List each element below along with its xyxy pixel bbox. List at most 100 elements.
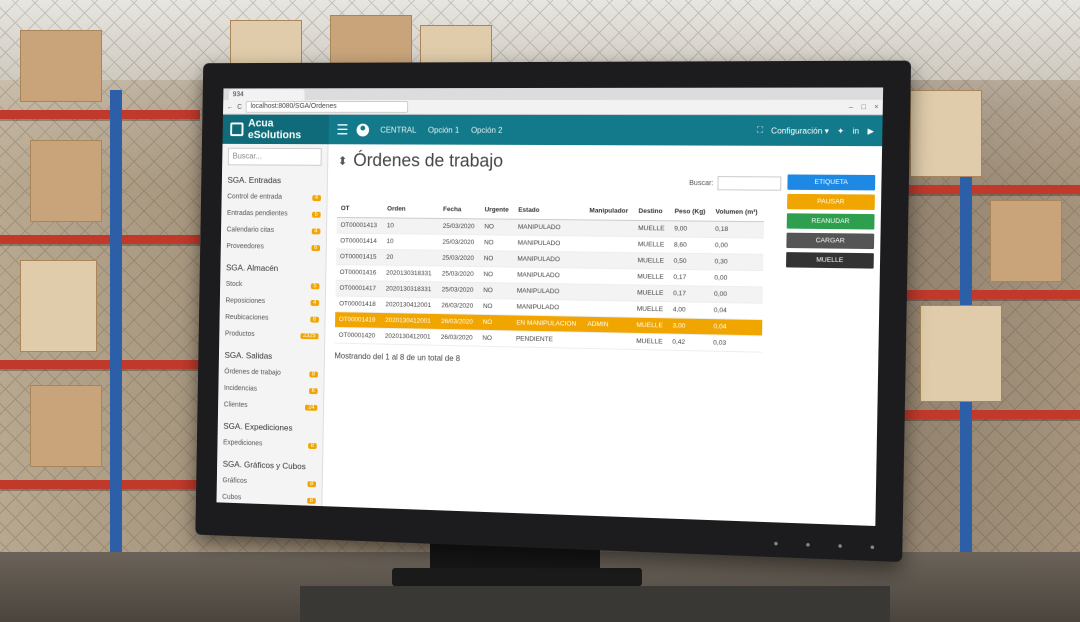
reanudar-button[interactable]: REANUDAR bbox=[786, 213, 875, 230]
brand-name: Acua eSolutions bbox=[247, 117, 302, 142]
maximize-icon[interactable]: □ bbox=[861, 103, 866, 110]
sidebar-item[interactable]: Clientes 24 bbox=[224, 397, 318, 416]
shelf-post bbox=[110, 90, 122, 570]
table-cell: MUELLE bbox=[632, 317, 669, 335]
table-cell bbox=[584, 252, 634, 269]
table-cell: 25/03/2020 bbox=[437, 281, 480, 299]
sidebar-item-label: Clientes bbox=[223, 401, 248, 409]
twitter-icon[interactable]: ✦ bbox=[837, 126, 844, 135]
sidebar-item[interactable]: Productos 2325 bbox=[225, 326, 319, 345]
monitor-button[interactable]: ● bbox=[837, 541, 842, 550]
screen: 934 ← C localhost:8080/SGA/Ordenes – □ ×… bbox=[216, 87, 884, 527]
sidebar-item-label: Productos bbox=[224, 330, 255, 338]
sidebar-item-label: Stock bbox=[225, 280, 243, 289]
pausar-button[interactable]: PAUSAR bbox=[787, 193, 875, 210]
table-search-input[interactable] bbox=[717, 176, 782, 191]
table-cell: 0,03 bbox=[708, 334, 763, 353]
cardboard-box bbox=[30, 140, 102, 222]
column-header[interactable]: Destino bbox=[634, 202, 671, 221]
table-cell: OT00001417 bbox=[335, 280, 383, 297]
linkedin-icon[interactable]: in bbox=[853, 126, 860, 135]
back-icon[interactable]: ← bbox=[227, 103, 234, 110]
count-badge: 8 bbox=[309, 316, 319, 323]
sidebar-item[interactable]: Stock 5 bbox=[226, 276, 320, 294]
count-badge: 4 bbox=[311, 194, 321, 201]
window-controls: – □ × bbox=[849, 103, 879, 110]
column-header[interactable]: OT bbox=[336, 200, 384, 218]
table-cell: 25/03/2020 bbox=[438, 234, 481, 251]
config-menu[interactable]: Configuración ▾ bbox=[771, 126, 829, 135]
browser-tab[interactable]: 934 bbox=[228, 89, 305, 101]
nav-opcion-1[interactable]: Opción 1 bbox=[428, 125, 459, 134]
user-icon[interactable] bbox=[356, 123, 369, 136]
table-cell: NO bbox=[478, 314, 513, 331]
sidebar-item[interactable]: Entradas pendientes 5 bbox=[227, 205, 321, 223]
count-badge: 6 bbox=[311, 244, 321, 251]
cargar-button[interactable]: CARGAR bbox=[786, 232, 875, 250]
sidebar-section-title: SGA. Gráficos y Cubos bbox=[222, 458, 306, 472]
table-cell bbox=[584, 235, 635, 253]
etiqueta-button[interactable]: ETIQUETA bbox=[787, 174, 876, 191]
menu-icon[interactable]: ☰ bbox=[336, 121, 348, 138]
table-cell bbox=[583, 284, 634, 302]
sidebar: Buscar... SGA. Entradas Control de entrad… bbox=[216, 143, 329, 509]
minimize-icon[interactable]: – bbox=[849, 103, 853, 110]
sidebar-item[interactable]: Calendario citas 4 bbox=[227, 222, 321, 240]
orders-table: OT Orden Fecha Urgente Estado Manipulador Dest… bbox=[334, 200, 765, 353]
sidebar-item[interactable]: Cubos 8 bbox=[222, 489, 316, 509]
tab-title: 934 bbox=[232, 91, 244, 99]
address-bar[interactable]: localhost:8080/SGA/Ordenes bbox=[245, 101, 409, 113]
column-header[interactable]: Peso (Kg) bbox=[670, 203, 712, 222]
count-badge: 8 bbox=[307, 442, 317, 449]
table-cell: MANIPULADO bbox=[513, 235, 585, 253]
column-header[interactable]: Fecha bbox=[438, 201, 481, 219]
table-cell: MANIPULADO bbox=[512, 298, 584, 317]
sidebar-search-input[interactable]: Buscar... bbox=[227, 147, 322, 166]
column-header[interactable]: Volumen (m³) bbox=[711, 203, 765, 222]
page-header: ⬍ Órdenes de trabajo bbox=[338, 150, 872, 174]
fullscreen-icon[interactable]: ⛶ bbox=[757, 125, 763, 135]
sidebar-item[interactable]: Expediciones 8 bbox=[223, 435, 317, 454]
table-cell: 25/03/2020 bbox=[438, 250, 480, 267]
nav-central[interactable]: CENTRAL bbox=[380, 125, 416, 134]
cardboard-box bbox=[30, 385, 102, 467]
monitor-button[interactable]: ● bbox=[773, 539, 778, 548]
youtube-icon[interactable]: ▶ bbox=[867, 126, 874, 135]
table-cell: 10 bbox=[382, 217, 439, 235]
muelle-button[interactable]: MUELLE bbox=[785, 252, 874, 269]
nav-opcion-2[interactable]: Opción 2 bbox=[471, 125, 503, 134]
reload-icon[interactable]: C bbox=[237, 103, 242, 110]
close-icon[interactable]: × bbox=[874, 103, 878, 110]
table-cell: OT00001418 bbox=[335, 295, 382, 313]
sidebar-item-label: Cubos bbox=[222, 493, 242, 502]
monitor-button[interactable]: ● bbox=[805, 540, 810, 549]
monitor-button[interactable]: ● bbox=[870, 542, 875, 551]
table-cell: MUELLE bbox=[632, 284, 670, 302]
sidebar-item[interactable]: Control de entrada 4 bbox=[227, 189, 321, 206]
brand[interactable]: Acua eSolutions bbox=[222, 114, 330, 145]
table-cell: 0,00 bbox=[710, 269, 764, 287]
column-header[interactable]: Manipulador bbox=[585, 202, 635, 221]
count-badge: 2325 bbox=[300, 332, 319, 339]
monitor-base bbox=[392, 568, 642, 586]
table-cell: MUELLE bbox=[632, 301, 669, 318]
table-cell: NO bbox=[479, 234, 514, 252]
column-header[interactable]: Estado bbox=[514, 201, 586, 220]
table-search: Buscar: bbox=[689, 176, 782, 191]
shelf-beam bbox=[890, 410, 1080, 419]
sidebar-item[interactable]: Reubicaciones 8 bbox=[225, 309, 319, 327]
table-cell: 26/03/2020 bbox=[437, 297, 480, 315]
column-header[interactable]: Orden bbox=[383, 200, 440, 219]
sort-icon: ⬍ bbox=[337, 153, 348, 168]
table-cell: OT00001414 bbox=[336, 233, 383, 250]
table-cell: 0,42 bbox=[668, 334, 710, 352]
sidebar-item[interactable]: Proveedores 6 bbox=[226, 238, 321, 256]
count-badge: 8 bbox=[308, 370, 318, 378]
shelf-beam bbox=[0, 110, 200, 119]
sidebar-item[interactable]: Reposiciones 4 bbox=[225, 293, 320, 311]
shelf-beam bbox=[890, 290, 1080, 299]
monitor: 934 ← C localhost:8080/SGA/Ordenes – □ ×… bbox=[195, 60, 912, 563]
brand-logo-icon bbox=[230, 122, 244, 137]
table-cell: 0,00 bbox=[710, 237, 764, 255]
column-header[interactable]: Urgente bbox=[480, 201, 515, 220]
